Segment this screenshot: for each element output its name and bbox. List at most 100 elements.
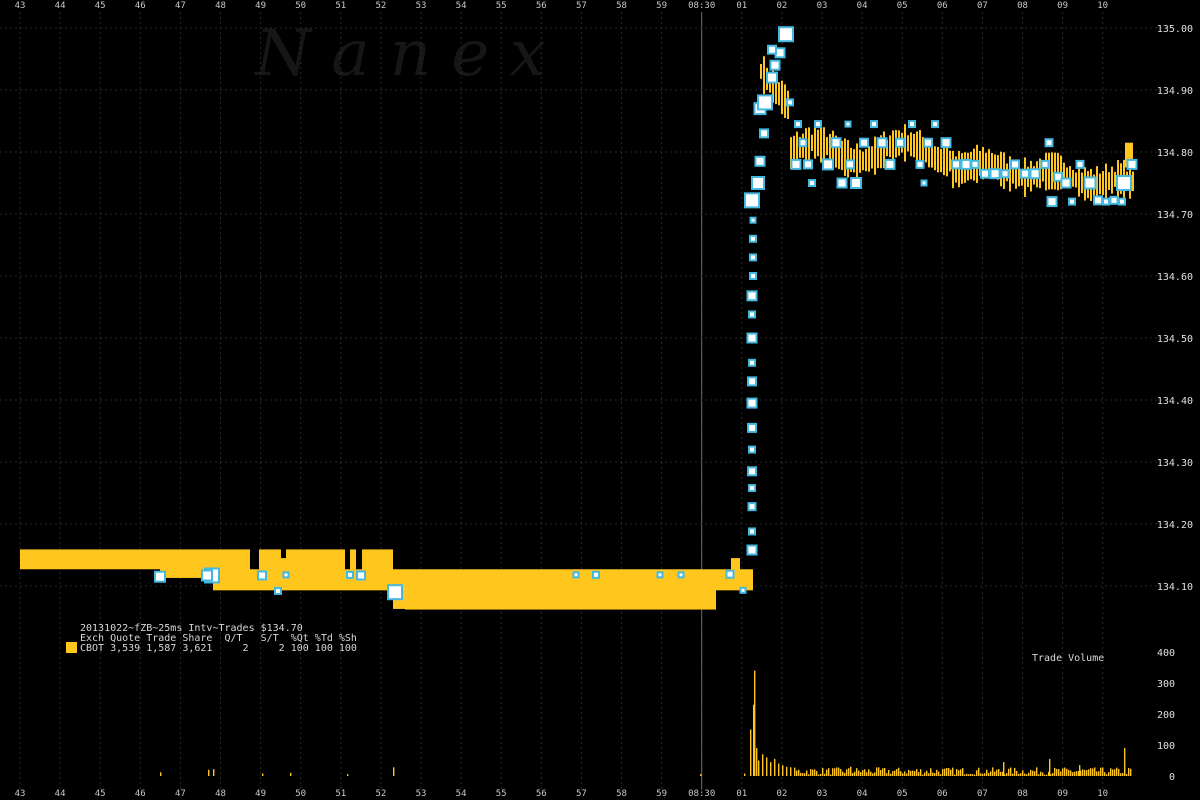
volume-bar-70 [890, 773, 892, 776]
volume-bar-66 [882, 768, 884, 776]
volume-bar-174 [1098, 771, 1100, 776]
quote-bar [913, 133, 915, 158]
quote-bar [907, 135, 909, 152]
quote-bar [868, 146, 870, 172]
trade-marker-54 [859, 137, 869, 148]
volume-bar-108 [966, 773, 968, 776]
legend-line-3: CBOT 3,539 1,587 3,621 2 2 100 100 100 [80, 643, 357, 654]
trade-marker-52 [845, 159, 855, 170]
volume-bar-56 [862, 770, 864, 776]
trade-marker-25 [746, 332, 758, 344]
trade-marker-37 [757, 94, 773, 111]
quote-bar [778, 82, 780, 106]
trade-marker-60 [915, 159, 925, 169]
volume-bar-172 [1094, 767, 1096, 776]
x-tick-top-4: 47 [175, 1, 186, 11]
y-tick-9: 134.10 [1157, 582, 1193, 593]
trade-marker-14 [739, 586, 747, 594]
trade-marker-22 [746, 397, 758, 409]
grid-lines [0, 12, 1170, 790]
volume-bar-43 [836, 767, 838, 776]
trade-marker-79 [1083, 176, 1097, 190]
volume-bar-100 [950, 769, 952, 776]
volume-bar-189 [1128, 767, 1130, 776]
trade-markers [154, 26, 1138, 601]
trade-marker-86 [1044, 138, 1054, 148]
quote-bands [20, 56, 1134, 610]
x-tick-top-15: 58 [616, 1, 627, 11]
quote-bar [760, 63, 762, 79]
volume-bar-112 [974, 774, 976, 776]
quote-bar [784, 84, 786, 118]
vol-tick-0: 400 [1157, 648, 1175, 659]
volume-bar-78 [906, 773, 908, 776]
trade-marker-3 [257, 570, 267, 581]
volume-bar-107 [964, 774, 966, 776]
quote-bar [937, 146, 939, 173]
volume-bar-171 [1092, 768, 1094, 776]
x-axis-bottom: 43 44 45 46 47 48 49 50 51 52 53 54 55 56 57 58 59 08:30 0… [15, 789, 1109, 799]
volume-bar-71 [892, 771, 894, 776]
quote-bar [1102, 170, 1104, 196]
quote-band-12 [405, 569, 716, 610]
volume-bar-38 [826, 769, 828, 776]
volume-bar-168 [1086, 770, 1088, 776]
volume-bar-16 [770, 762, 772, 776]
trade-marker-58 [895, 137, 905, 148]
volume-bar-5 [347, 774, 349, 776]
volume-bar-125 [1000, 771, 1002, 776]
volume-bar-74 [898, 767, 900, 776]
volume-bar-53 [856, 768, 858, 776]
x-tick-bottom-23: 06 [937, 789, 948, 799]
x-tick-top-1: 44 [55, 1, 66, 11]
y-tick-4: 134.60 [1157, 272, 1193, 283]
volume-bar-31 [812, 769, 814, 776]
volume-bar-92 [934, 773, 936, 776]
y-tick-7: 134.30 [1157, 458, 1193, 469]
volume-bar-160 [1070, 770, 1072, 776]
y-tick-0: 135.00 [1157, 24, 1193, 35]
volume-bar-29 [808, 774, 810, 776]
trade-marker-41 [778, 26, 794, 43]
volume-bar-151 [1052, 773, 1054, 776]
trade-marker-46 [803, 159, 813, 170]
trade-marker-21 [747, 422, 757, 433]
volume-bar-186 [1122, 772, 1124, 776]
x-tick-top-25: 08 [1017, 1, 1028, 11]
volume-bars [160, 670, 1132, 776]
volume-bar-121 [992, 767, 994, 776]
vol-tick-4: 0 [1169, 772, 1175, 783]
volume-bar-4 [290, 772, 292, 776]
y-tick-6: 134.40 [1157, 396, 1193, 407]
volume-bar-15 [766, 757, 768, 776]
trade-marker-15 [746, 544, 758, 556]
quote-bar [811, 134, 813, 151]
legend-swatch [66, 642, 77, 653]
volume-bar-130 [1010, 767, 1012, 776]
volume-bar-32 [814, 769, 816, 776]
volume-bar-194 [1124, 748, 1126, 776]
quote-bar [1072, 169, 1074, 187]
quote-bar [847, 140, 849, 178]
trade-marker-51 [836, 177, 848, 189]
volume-bar-156 [1062, 768, 1064, 776]
x-tick-bottom-24: 07 [977, 789, 988, 799]
trade-marker-44 [794, 120, 802, 129]
volume-bar-76 [902, 773, 904, 776]
volume-bar-154 [1058, 769, 1060, 776]
volume-bar-96 [942, 769, 944, 776]
trade-marker-2 [201, 569, 213, 582]
volume-bar-142 [1034, 771, 1036, 776]
quote-bar [931, 145, 933, 168]
volume-bar-57 [864, 769, 866, 776]
x-tick-top-23: 06 [937, 1, 948, 11]
volume-bar-17 [774, 758, 776, 776]
x-tick-bottom-22: 05 [897, 789, 908, 799]
quote-bar [856, 143, 858, 180]
quote-bar [1075, 172, 1077, 188]
x-tick-top-22: 05 [897, 1, 908, 11]
x-tick-bottom-8: 51 [335, 789, 346, 799]
volume-bar-91 [932, 772, 934, 776]
trade-marker-29 [749, 253, 757, 262]
volume-bar-46 [842, 771, 844, 776]
